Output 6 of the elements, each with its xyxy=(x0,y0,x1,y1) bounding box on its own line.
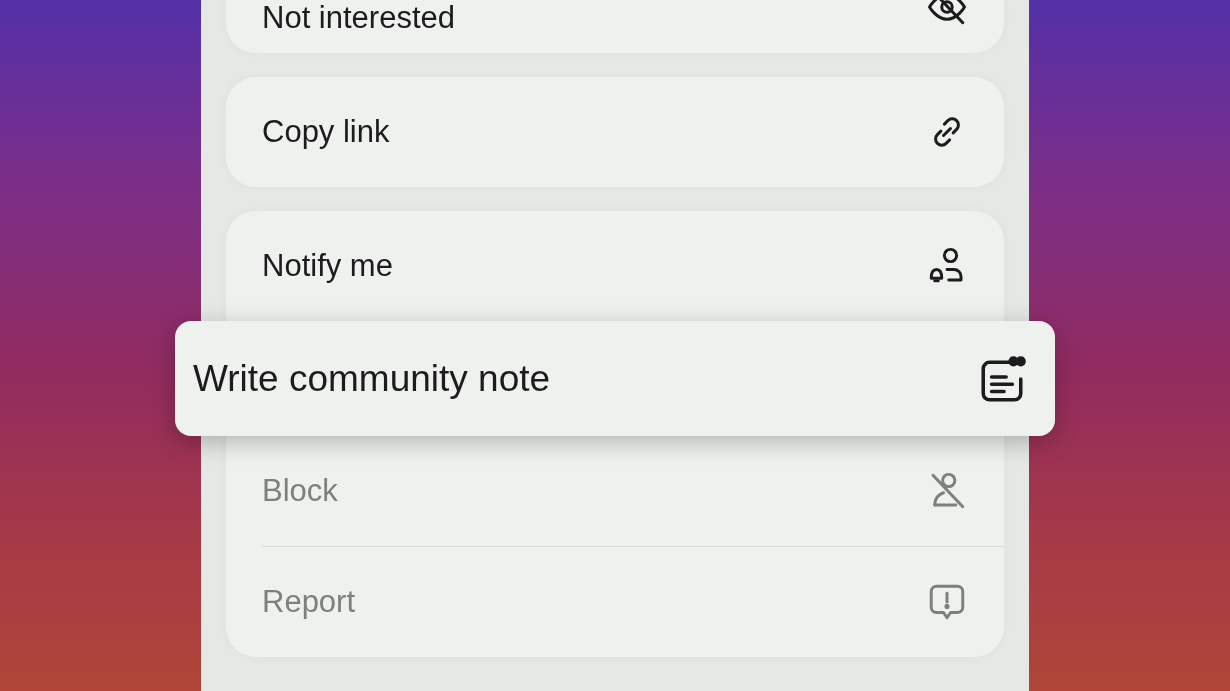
menu-item[interactable]: Copy link xyxy=(226,77,1004,187)
menu-item[interactable]: Write community note xyxy=(175,321,1055,436)
menu-item[interactable]: Report xyxy=(226,547,1004,657)
menu-item[interactable]: Block xyxy=(226,436,1004,546)
menu-item[interactable]: Not interested xyxy=(226,0,1004,53)
menu-item[interactable]: Notify me xyxy=(226,211,1004,321)
